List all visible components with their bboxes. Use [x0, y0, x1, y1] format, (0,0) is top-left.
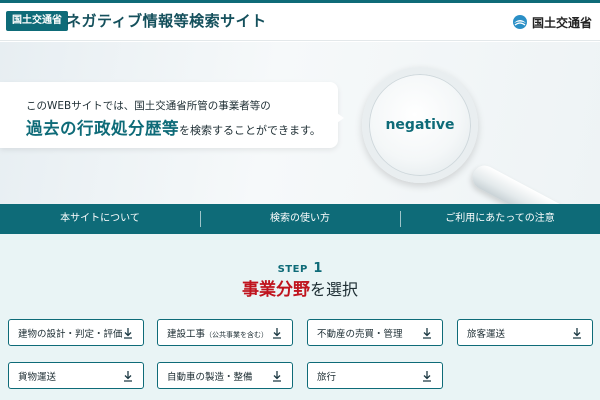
- category-label: 旅行: [317, 371, 337, 383]
- category-button-travel[interactable]: 旅行: [307, 362, 443, 389]
- category-label: 建設工事（公共事業を含む）: [167, 328, 269, 340]
- category-button-freight-transport[interactable]: 貨物運送: [8, 362, 144, 389]
- download-arrow-icon: [423, 327, 431, 339]
- category-button-construction[interactable]: 建設工事（公共事業を含む）: [157, 319, 293, 346]
- step-title-rest: を選択: [309, 280, 358, 299]
- step-number: 1: [313, 261, 323, 276]
- download-arrow-icon: [573, 327, 581, 339]
- site-header: 国土交通省 ネガティブ情報等検索サイト 国土交通省: [0, 3, 600, 41]
- download-arrow-icon: [273, 370, 281, 382]
- step-label: STEP 1: [0, 257, 600, 276]
- category-label: 不動産の売買・管理: [317, 328, 403, 340]
- category-button-passenger-transport[interactable]: 旅客運送: [457, 319, 593, 346]
- nav-item-how-to-search[interactable]: 検索の使い方: [200, 204, 400, 234]
- download-arrow-icon: [423, 370, 431, 382]
- hero-panel-tail: [334, 111, 344, 125]
- step-word: STEP: [277, 264, 308, 275]
- category-button-automobile[interactable]: 自動車の製造・整備: [157, 362, 293, 389]
- step-title-emphasis: 事業分野: [241, 280, 310, 300]
- ministry-logo[interactable]: 国土交通省: [512, 11, 592, 33]
- step-title: 事業分野を選択: [0, 275, 600, 300]
- magnifier-lens: negative: [362, 67, 478, 183]
- category-label: 建物の設計・判定・評価: [18, 328, 122, 340]
- ministry-badge[interactable]: 国土交通省: [6, 11, 68, 31]
- nav-item-about[interactable]: 本サイトについて: [0, 204, 200, 234]
- nav-item-usage-notes[interactable]: ご利用にあたっての注意: [400, 204, 600, 234]
- download-arrow-icon: [124, 327, 132, 339]
- ministry-logo-icon: [512, 15, 527, 29]
- magnifier-handle: [468, 161, 584, 204]
- hero-line2-rest: を検索することができます。: [179, 124, 321, 137]
- ministry-label: 国土交通省: [531, 15, 592, 30]
- category-button-real-estate[interactable]: 不動産の売買・管理: [307, 319, 443, 346]
- download-arrow-icon: [273, 327, 281, 339]
- category-label: 旅客運送: [467, 328, 506, 340]
- hero-emphasis: 過去の行政処分歴等: [26, 119, 179, 138]
- hero-line1: このWEBサイトでは、国土交通省所管の事業者等の: [26, 100, 271, 112]
- download-arrow-icon: [124, 370, 132, 382]
- hero-line2: 過去の行政処分歴等を検索することができます。: [26, 118, 321, 142]
- category-label: 自動車の製造・整備: [167, 371, 253, 383]
- category-label: 貨物運送: [18, 371, 57, 383]
- lens-word: negative: [385, 117, 455, 133]
- site-title[interactable]: ネガティブ情報等検索サイト: [66, 11, 267, 31]
- main-nav: 本サイトについて 検索の使い方 ご利用にあたっての注意: [0, 204, 600, 234]
- category-button-building-design[interactable]: 建物の設計・判定・評価: [8, 319, 144, 346]
